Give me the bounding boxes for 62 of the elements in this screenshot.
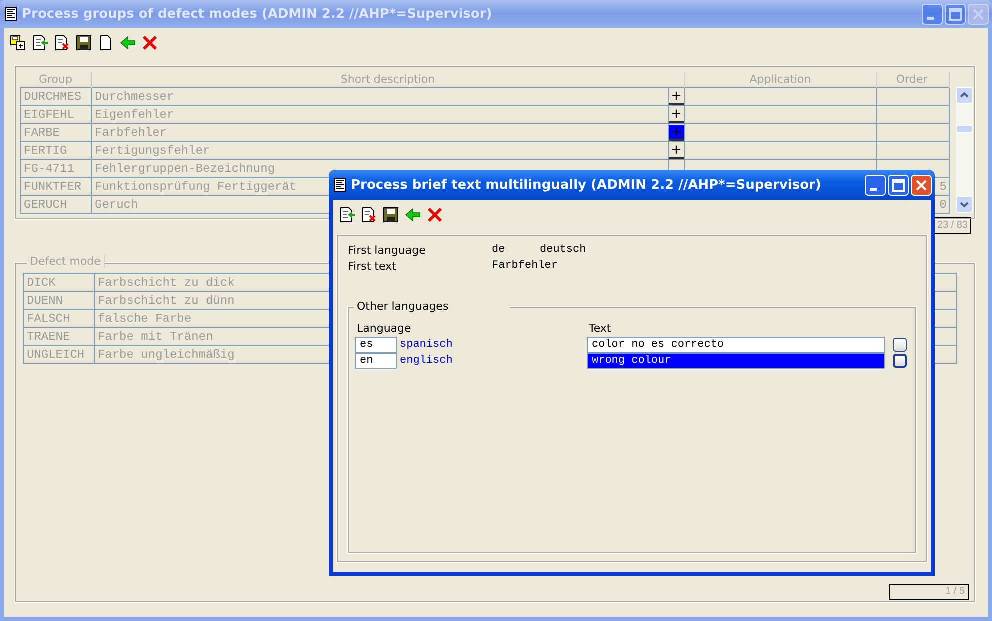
column-header: Order <box>876 72 950 88</box>
document-icon <box>5 7 17 21</box>
close-icon[interactable] <box>142 35 158 51</box>
table-cell: Farbfehler <box>92 124 668 142</box>
table-cell: Eigenfehler <box>92 106 668 124</box>
row-button[interactable] <box>893 338 907 352</box>
expand-button[interactable]: + <box>669 106 684 122</box>
table-cell: EIGFEHL <box>20 106 92 124</box>
table-cell: Durchmesser <box>92 88 668 106</box>
table-cell: 5 <box>940 180 947 194</box>
column-header: Application <box>684 72 876 88</box>
expand-button[interactable]: + <box>669 142 684 158</box>
field-value: Farbfehler <box>492 260 560 273</box>
table-cell: FG-4711 <box>20 160 92 178</box>
table-cell: FALSCH <box>24 310 94 328</box>
close-icon[interactable] <box>427 207 443 223</box>
table-cell: FUNKTFER <box>20 178 92 196</box>
table-cell: DUENN <box>24 292 94 310</box>
minimize-icon[interactable] <box>922 4 943 24</box>
table-cell: GERUCH <box>20 196 92 214</box>
table-cell: 0 <box>940 198 947 212</box>
field-value: deutsch <box>540 244 588 257</box>
page-icon[interactable] <box>98 35 114 51</box>
field-value: de <box>492 244 506 257</box>
table-cell: UNGLEICH <box>24 346 94 364</box>
maximize-icon[interactable] <box>888 174 909 196</box>
text-field[interactable]: wrong colour <box>587 353 885 369</box>
document-arrow-icon[interactable] <box>32 35 48 51</box>
table-cell: TRAENE <box>24 328 94 346</box>
document-icon <box>334 178 346 192</box>
minimize-icon[interactable] <box>865 174 886 196</box>
language-code-field[interactable]: es <box>355 337 397 353</box>
text-field[interactable]: color no es correcto <box>587 337 885 353</box>
scrollbar[interactable] <box>956 87 973 213</box>
table-cell: DURCHMES <box>20 88 92 106</box>
field-label: First text <box>348 260 398 273</box>
scroll-thumb[interactable] <box>956 125 973 133</box>
table-cell: FERTIG <box>20 142 92 160</box>
column-header: Group <box>20 72 92 88</box>
group-title: Defect mode <box>27 255 105 268</box>
floppy-copy-icon[interactable] <box>10 35 26 51</box>
arrow-left-icon[interactable] <box>120 35 136 51</box>
document-x-icon[interactable] <box>54 35 70 51</box>
document-arrow-icon[interactable] <box>339 207 355 223</box>
table-cell: Fertigungsfehler <box>92 142 668 160</box>
record-counter: 1 / 5 <box>889 584 969 600</box>
table-cell: DICK <box>24 274 94 292</box>
column-header: Short description <box>92 72 684 88</box>
arrow-left-icon[interactable] <box>405 207 421 223</box>
maximize-icon[interactable] <box>945 4 966 24</box>
language-code-field[interactable]: en <box>355 353 397 369</box>
document-x-icon[interactable] <box>361 207 377 223</box>
group-title: Other languages <box>354 300 510 313</box>
row-button[interactable] <box>893 354 907 368</box>
scroll-up-icon[interactable] <box>956 87 973 104</box>
table-cell: FARBE <box>20 124 92 142</box>
floppy-icon[interactable] <box>383 207 399 223</box>
window-title: Process groups of defect modes (ADMIN 2.2 //AHP*=Supervisor) <box>22 6 494 22</box>
floppy-icon[interactable] <box>76 35 92 51</box>
scroll-down-icon[interactable] <box>956 196 973 213</box>
expand-button[interactable]: + <box>669 88 684 104</box>
field-label: First language <box>348 244 427 257</box>
